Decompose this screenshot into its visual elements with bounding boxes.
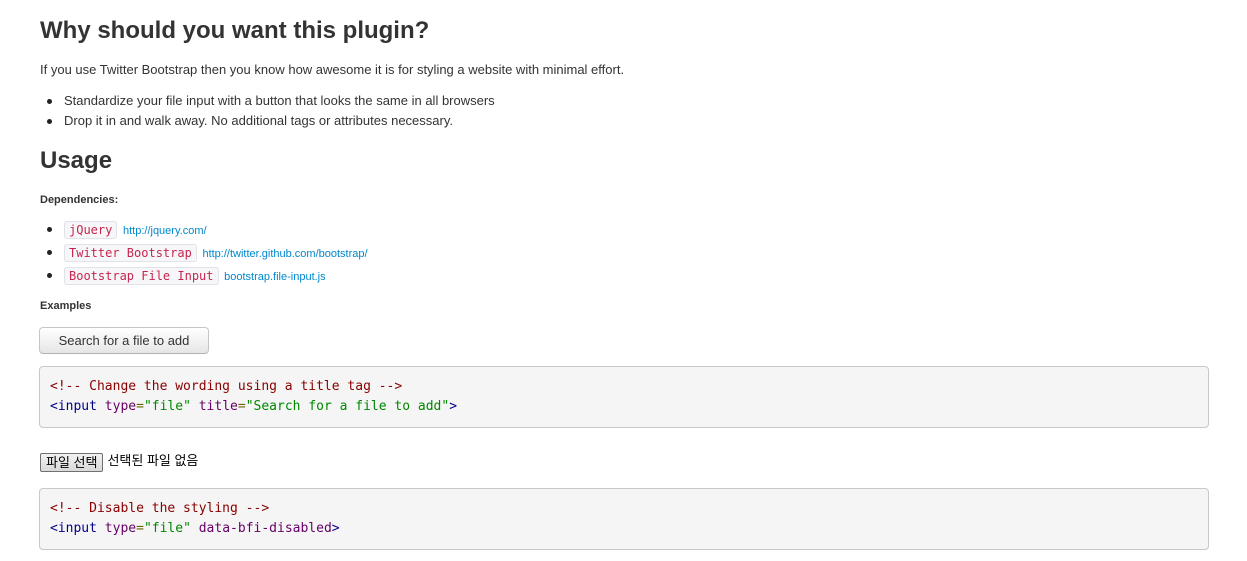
native-file-status: 선택된 파일 없음 (107, 453, 199, 468)
code-tag-open: <input (50, 521, 97, 536)
why-heading: Why should you want this plugin? (40, 17, 430, 44)
code-attr: type (104, 521, 137, 536)
code-comment: <!-- Change the wording using a title ta… (50, 379, 403, 394)
search-file-button[interactable]: Search for a file to add (39, 327, 209, 354)
usage-heading: Usage (40, 147, 113, 174)
native-file-input[interactable]: 파일 선택 선택된 파일 없음 (40, 450, 198, 472)
dependency-name: Twitter Bootstrap (64, 244, 197, 262)
code-tag-open: <input (50, 399, 97, 414)
code-string: "file" (143, 399, 191, 414)
code-string: "file" (143, 521, 191, 536)
code-attr: title (198, 399, 238, 414)
code-tag-close: > (331, 521, 340, 536)
native-file-button[interactable]: 파일 선택 (40, 453, 104, 472)
examples-heading: Examples (40, 300, 92, 312)
dependency-item: Twitter Bootstrap http://twitter.github.… (40, 242, 368, 265)
page: Why should you want this plugin? If you … (0, 0, 1247, 561)
code-attr: type (104, 399, 137, 414)
code-block-disabled-example: <!-- Disable the styling --> <input type… (39, 488, 1209, 550)
code-comment: <!-- Disable the styling --> (50, 501, 270, 516)
code-attr: data-bfi-disabled (198, 521, 332, 536)
intro-paragraph: If you use Twitter Bootstrap then you kn… (40, 62, 625, 77)
dependency-name: Bootstrap File Input (64, 267, 219, 285)
feature-item: Drop it in and walk away. No additional … (40, 111, 495, 131)
feature-item: Standardize your file input with a butto… (40, 91, 495, 111)
code-string: "Search for a file to add" (245, 399, 450, 414)
dependencies-heading: Dependencies: (40, 194, 119, 206)
dependency-link[interactable]: http://jquery.com/ (123, 225, 207, 237)
dependencies-list: jQuery http://jquery.com/ Twitter Bootst… (40, 219, 368, 288)
code-tag-close: > (449, 399, 458, 414)
dependency-link[interactable]: bootstrap.file-input.js (224, 271, 326, 283)
features-list: Standardize your file input with a butto… (40, 91, 495, 131)
dependency-name: jQuery (64, 221, 118, 239)
dependency-item: Bootstrap File Input bootstrap.file-inpu… (40, 265, 368, 288)
dependency-item: jQuery http://jquery.com/ (40, 219, 368, 242)
dependency-link[interactable]: http://twitter.github.com/bootstrap/ (202, 248, 367, 260)
code-block-title-example: <!-- Change the wording using a title ta… (39, 366, 1209, 428)
